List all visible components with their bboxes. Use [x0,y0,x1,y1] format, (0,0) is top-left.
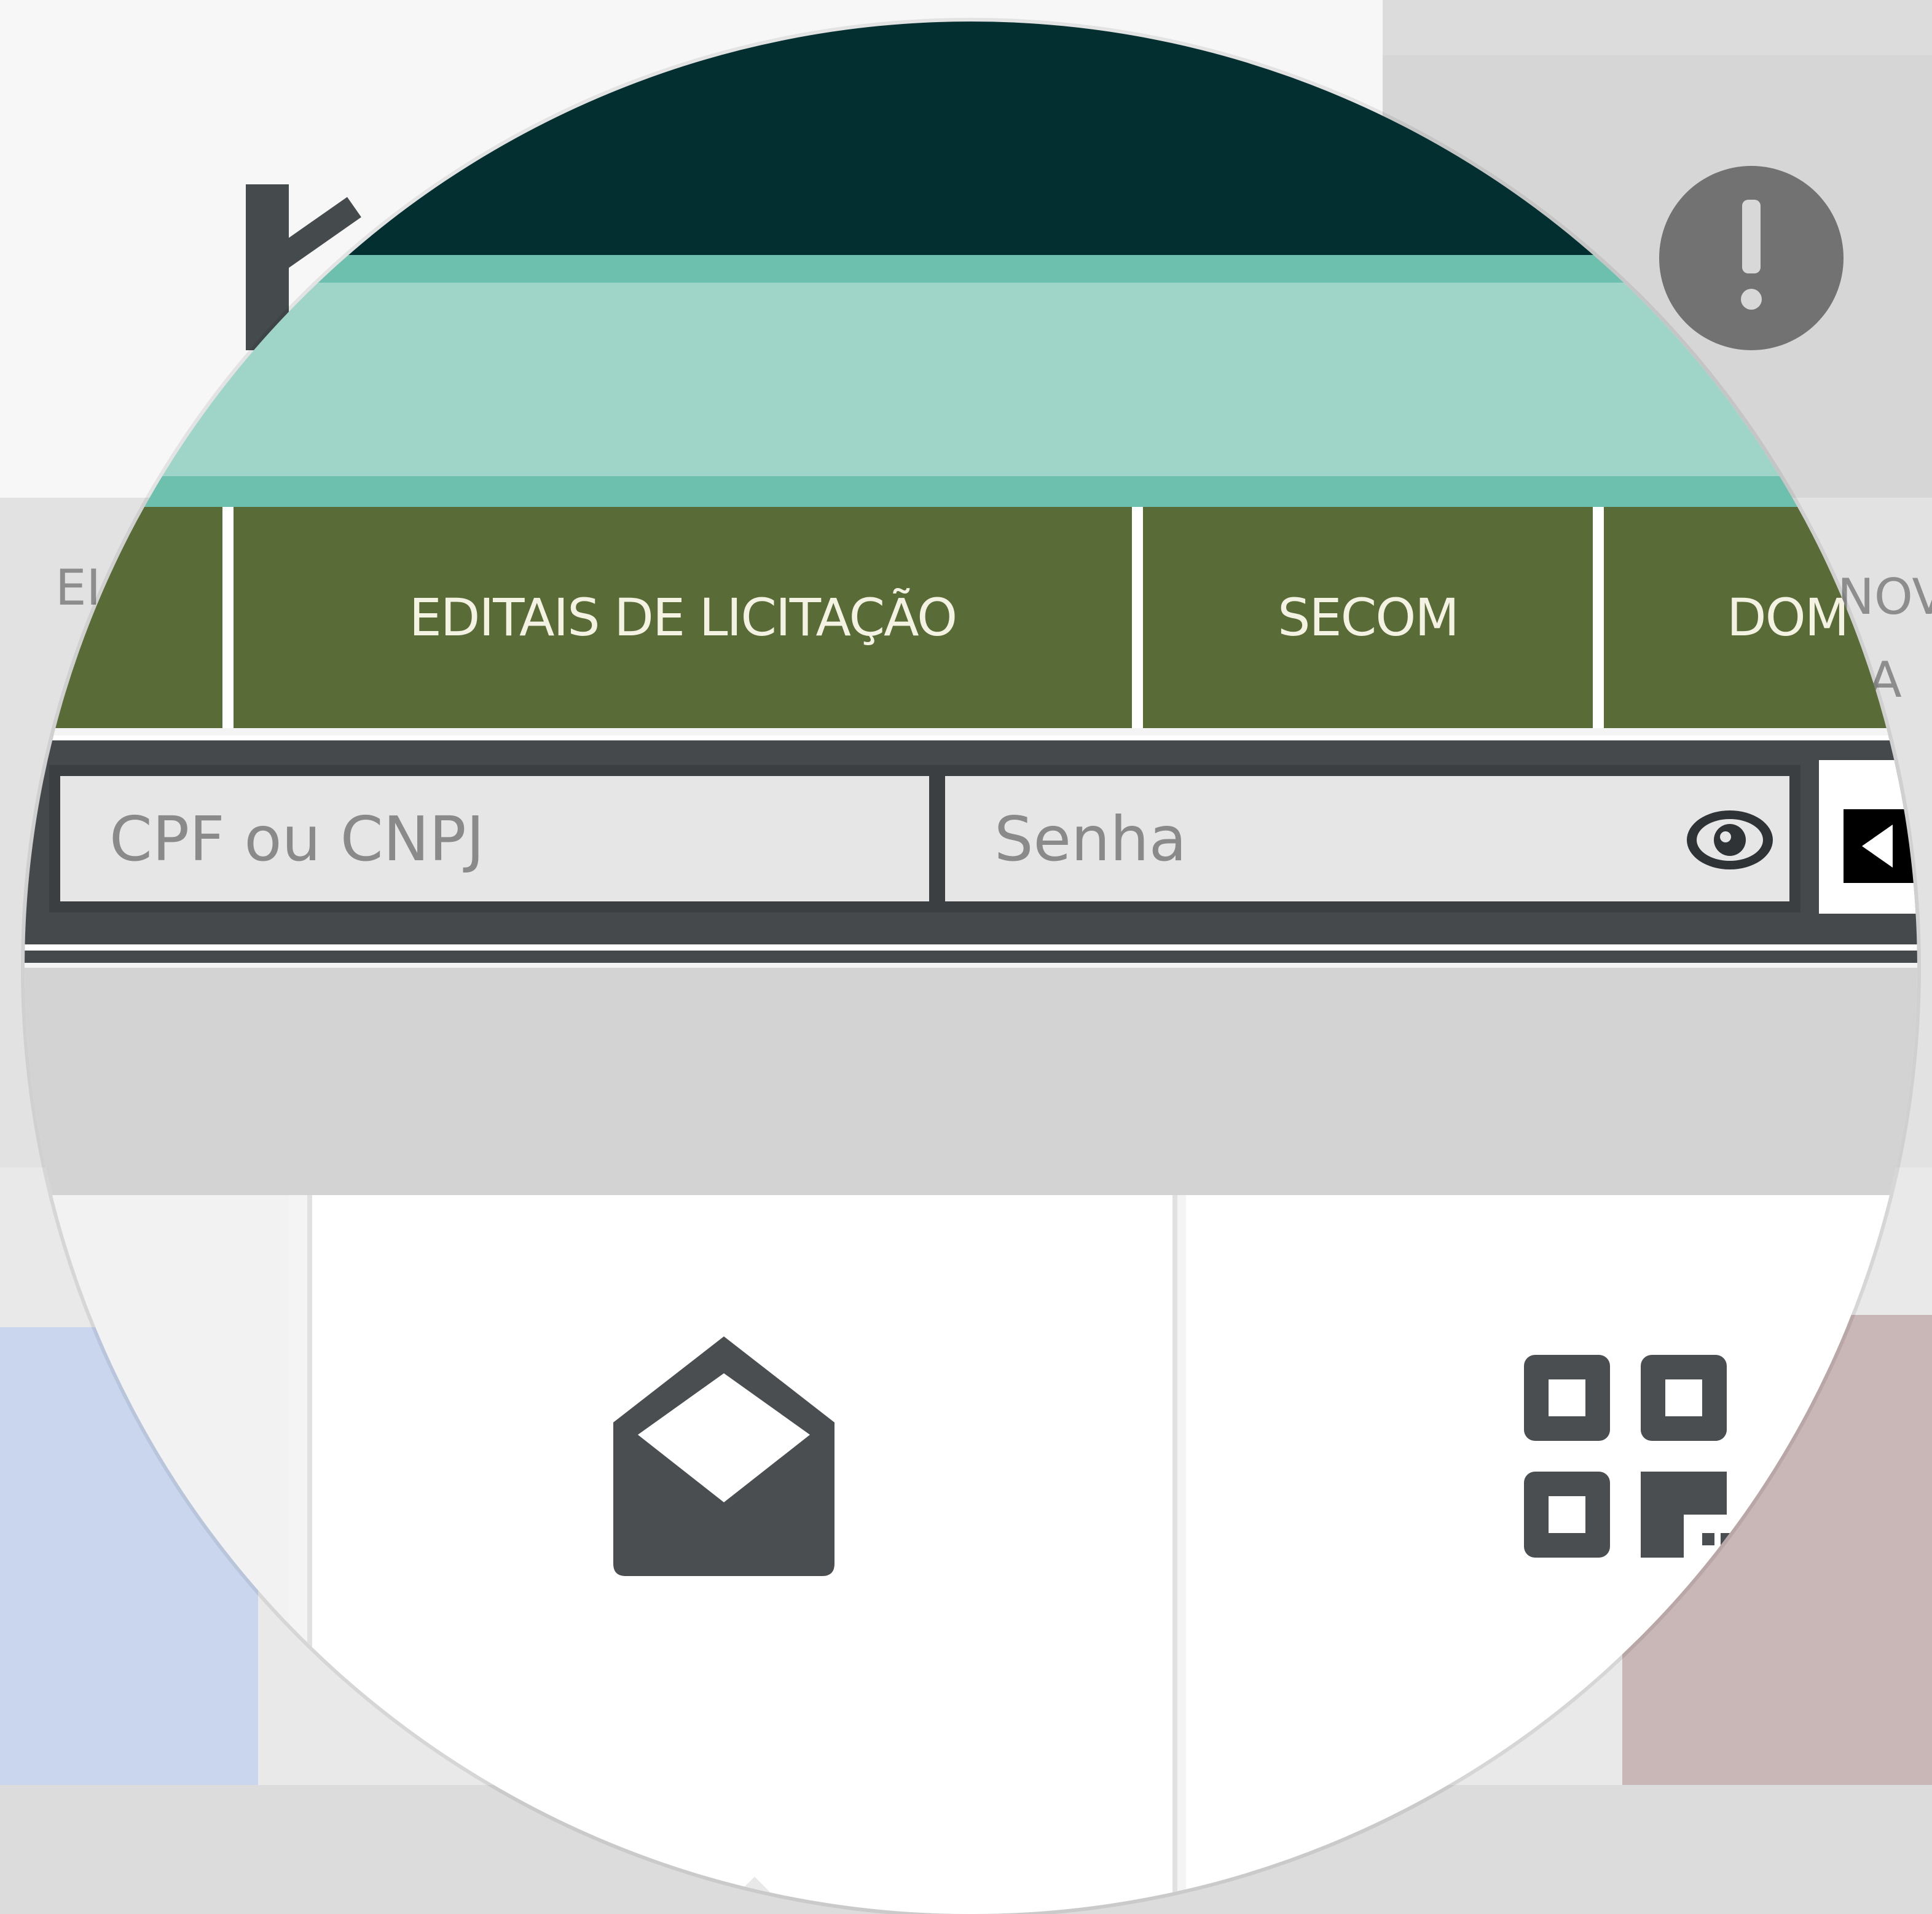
header-band-light [25,283,1917,476]
qr-code-icon [1518,1349,1739,1570]
header-band [25,255,1917,283]
nav-item-partial[interactable]: E [25,507,234,728]
divider [25,735,1917,740]
site-header-top [25,22,1917,255]
nav-item-dom[interactable]: DOM [1604,507,1911,728]
login-bar [25,735,1917,963]
service-tile-mail[interactable] [307,1195,1177,1914]
login-submit-button[interactable] [1819,760,1917,914]
content-spacer [25,968,1917,1195]
divider [25,944,1917,951]
header-band-bottom [25,476,1917,507]
tile-pointer [711,1877,798,1914]
main-nav: E EDITAIS DE LICITAÇÃO SECOM DOM [25,507,1917,728]
password-input[interactable] [934,765,1800,912]
service-tile-qr[interactable] [1186,1195,1917,1914]
nav-item-secom[interactable]: SECOM [1143,507,1604,728]
cpf-cnpj-input[interactable] [49,765,940,912]
magnifier-lens: E EDITAIS DE LICITAÇÃO SECOM DOM [25,22,1917,1914]
nav-item-editais-de-licitacao[interactable]: EDITAIS DE LICITAÇÃO [234,507,1143,728]
eye-icon[interactable] [1684,806,1776,874]
service-tile-partial [25,1195,289,1914]
mail-open-icon [601,1324,847,1582]
arrow-left-icon [1844,809,1917,883]
